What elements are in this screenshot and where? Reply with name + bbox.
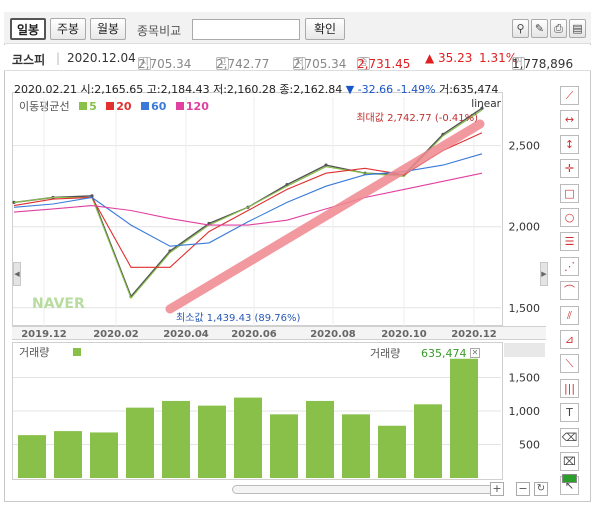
settings-icon[interactable]: ▤ <box>569 19 586 38</box>
tab-daily[interactable]: 일봉 <box>10 18 46 40</box>
readout-arrow: ▼ <box>345 83 355 96</box>
compare-input[interactable] <box>192 19 300 40</box>
reset-zoom-button[interactable]: ↻ <box>534 482 548 496</box>
eraser-icon[interactable]: ⌫ <box>560 427 579 447</box>
zoom-in-button[interactable]: + <box>490 482 504 496</box>
ma120-swatch <box>175 102 184 110</box>
crosshair-icon[interactable]: ✛ <box>560 159 579 179</box>
index-name: 코스피 <box>12 53 46 67</box>
ma60-label: 60 <box>151 100 167 113</box>
text-icon[interactable]: T <box>560 403 579 423</box>
ma-legend: 이동평균선 5 20 60 120 <box>19 98 209 114</box>
low-value: 2,705.34 <box>293 57 347 71</box>
gann-icon[interactable]: ⊿ <box>560 330 579 349</box>
print-icon[interactable]: ⎙ <box>550 19 567 38</box>
readout-date: 2020.02.21 <box>14 83 77 96</box>
tab-weekly[interactable]: 주봉 <box>50 18 86 40</box>
vertical-line-icon[interactable]: ↕ <box>560 134 579 154</box>
price-axis <box>502 92 546 326</box>
horizontal-line-icon[interactable]: ↔ <box>560 110 579 130</box>
ma5-swatch <box>79 102 88 110</box>
color-swatch[interactable] <box>562 474 577 483</box>
line-tool-icon[interactable]: ⟋ <box>560 86 579 105</box>
change-arrow: ▲ <box>425 51 435 65</box>
delete-icon[interactable]: ⌧ <box>560 452 579 471</box>
circle-icon[interactable]: ○ <box>560 208 579 227</box>
scroll-right-arrow[interactable]: ▶ <box>540 262 548 286</box>
confirm-button[interactable]: 확인 <box>305 18 345 40</box>
volume-chart-panel[interactable] <box>12 342 502 480</box>
readout-open: 시:2,165.65 <box>80 83 144 96</box>
compare-label: 종목비교 <box>137 24 182 38</box>
fibonacci-fan-icon[interactable]: ⋰ <box>560 256 579 276</box>
high-value: 2,742.77 <box>216 57 270 71</box>
divider: | <box>56 51 61 65</box>
parallel-lines-icon[interactable]: ||| <box>560 378 579 398</box>
ma20-label: 20 <box>116 100 132 113</box>
ma60-swatch <box>141 102 150 110</box>
change-value: 35.23 <box>438 51 473 65</box>
ohlc-readout: 2020.02.21 시:2,165.65 고:2,184.43 저:2,160… <box>14 81 498 97</box>
price-chart-panel[interactable] <box>12 92 502 326</box>
tab-monthly[interactable]: 월봉 <box>90 18 126 40</box>
readout-change: -32.66 <box>357 83 394 96</box>
rectangle-icon[interactable]: □ <box>560 183 579 203</box>
ma120-label: 120 <box>185 100 209 113</box>
trend-channel-icon[interactable]: ⫽ <box>560 305 579 325</box>
volume-value: 1,778,896 <box>512 57 574 71</box>
date-axis <box>12 326 546 340</box>
pencil-icon[interactable]: ✎ <box>531 19 548 38</box>
readout-close: 종:2,162.84 <box>279 83 343 96</box>
volume-close-icon[interactable]: ✕ <box>470 348 480 358</box>
chart-scrollbar[interactable]: + − ↻ <box>12 482 548 498</box>
readout-high: 고:2,184.43 <box>146 83 210 96</box>
readout-low: 저:2,160.28 <box>213 83 276 96</box>
scrollbar-thumb[interactable] <box>232 485 494 494</box>
readout-change-pct: -1.49% <box>396 83 436 96</box>
open-value: 2,705.34 <box>138 57 192 71</box>
close-value: 2,731.45 <box>357 57 411 71</box>
volume-unit-box <box>504 343 545 357</box>
ma5-label: 5 <box>89 100 97 113</box>
pin-icon[interactable]: ⚲ <box>512 19 529 38</box>
andrews-icon[interactable]: ⟍ <box>560 354 579 374</box>
ma20-swatch <box>106 102 115 110</box>
volume-axis <box>502 342 546 480</box>
quote-bar: 코스피 | 2020.12.04 시 2,705.34 고 2,742.77 저 2,… <box>4 45 591 71</box>
fibonacci-icon[interactable]: ☰ <box>560 232 579 252</box>
readout-volume: 거:635,474 <box>439 83 499 96</box>
zoom-out-button[interactable]: − <box>516 482 530 496</box>
scroll-left-arrow[interactable]: ◀ <box>13 262 21 286</box>
arc-icon[interactable]: ⌒ <box>560 281 579 301</box>
ma-label: 이동평균선 <box>19 100 70 113</box>
quote-date: 2020.12.04 <box>67 51 136 65</box>
chart-toolbar: 일봉 주봉 월봉 종목비교 확인 ⚲ ✎ ⎙ ▤ <box>4 12 591 44</box>
